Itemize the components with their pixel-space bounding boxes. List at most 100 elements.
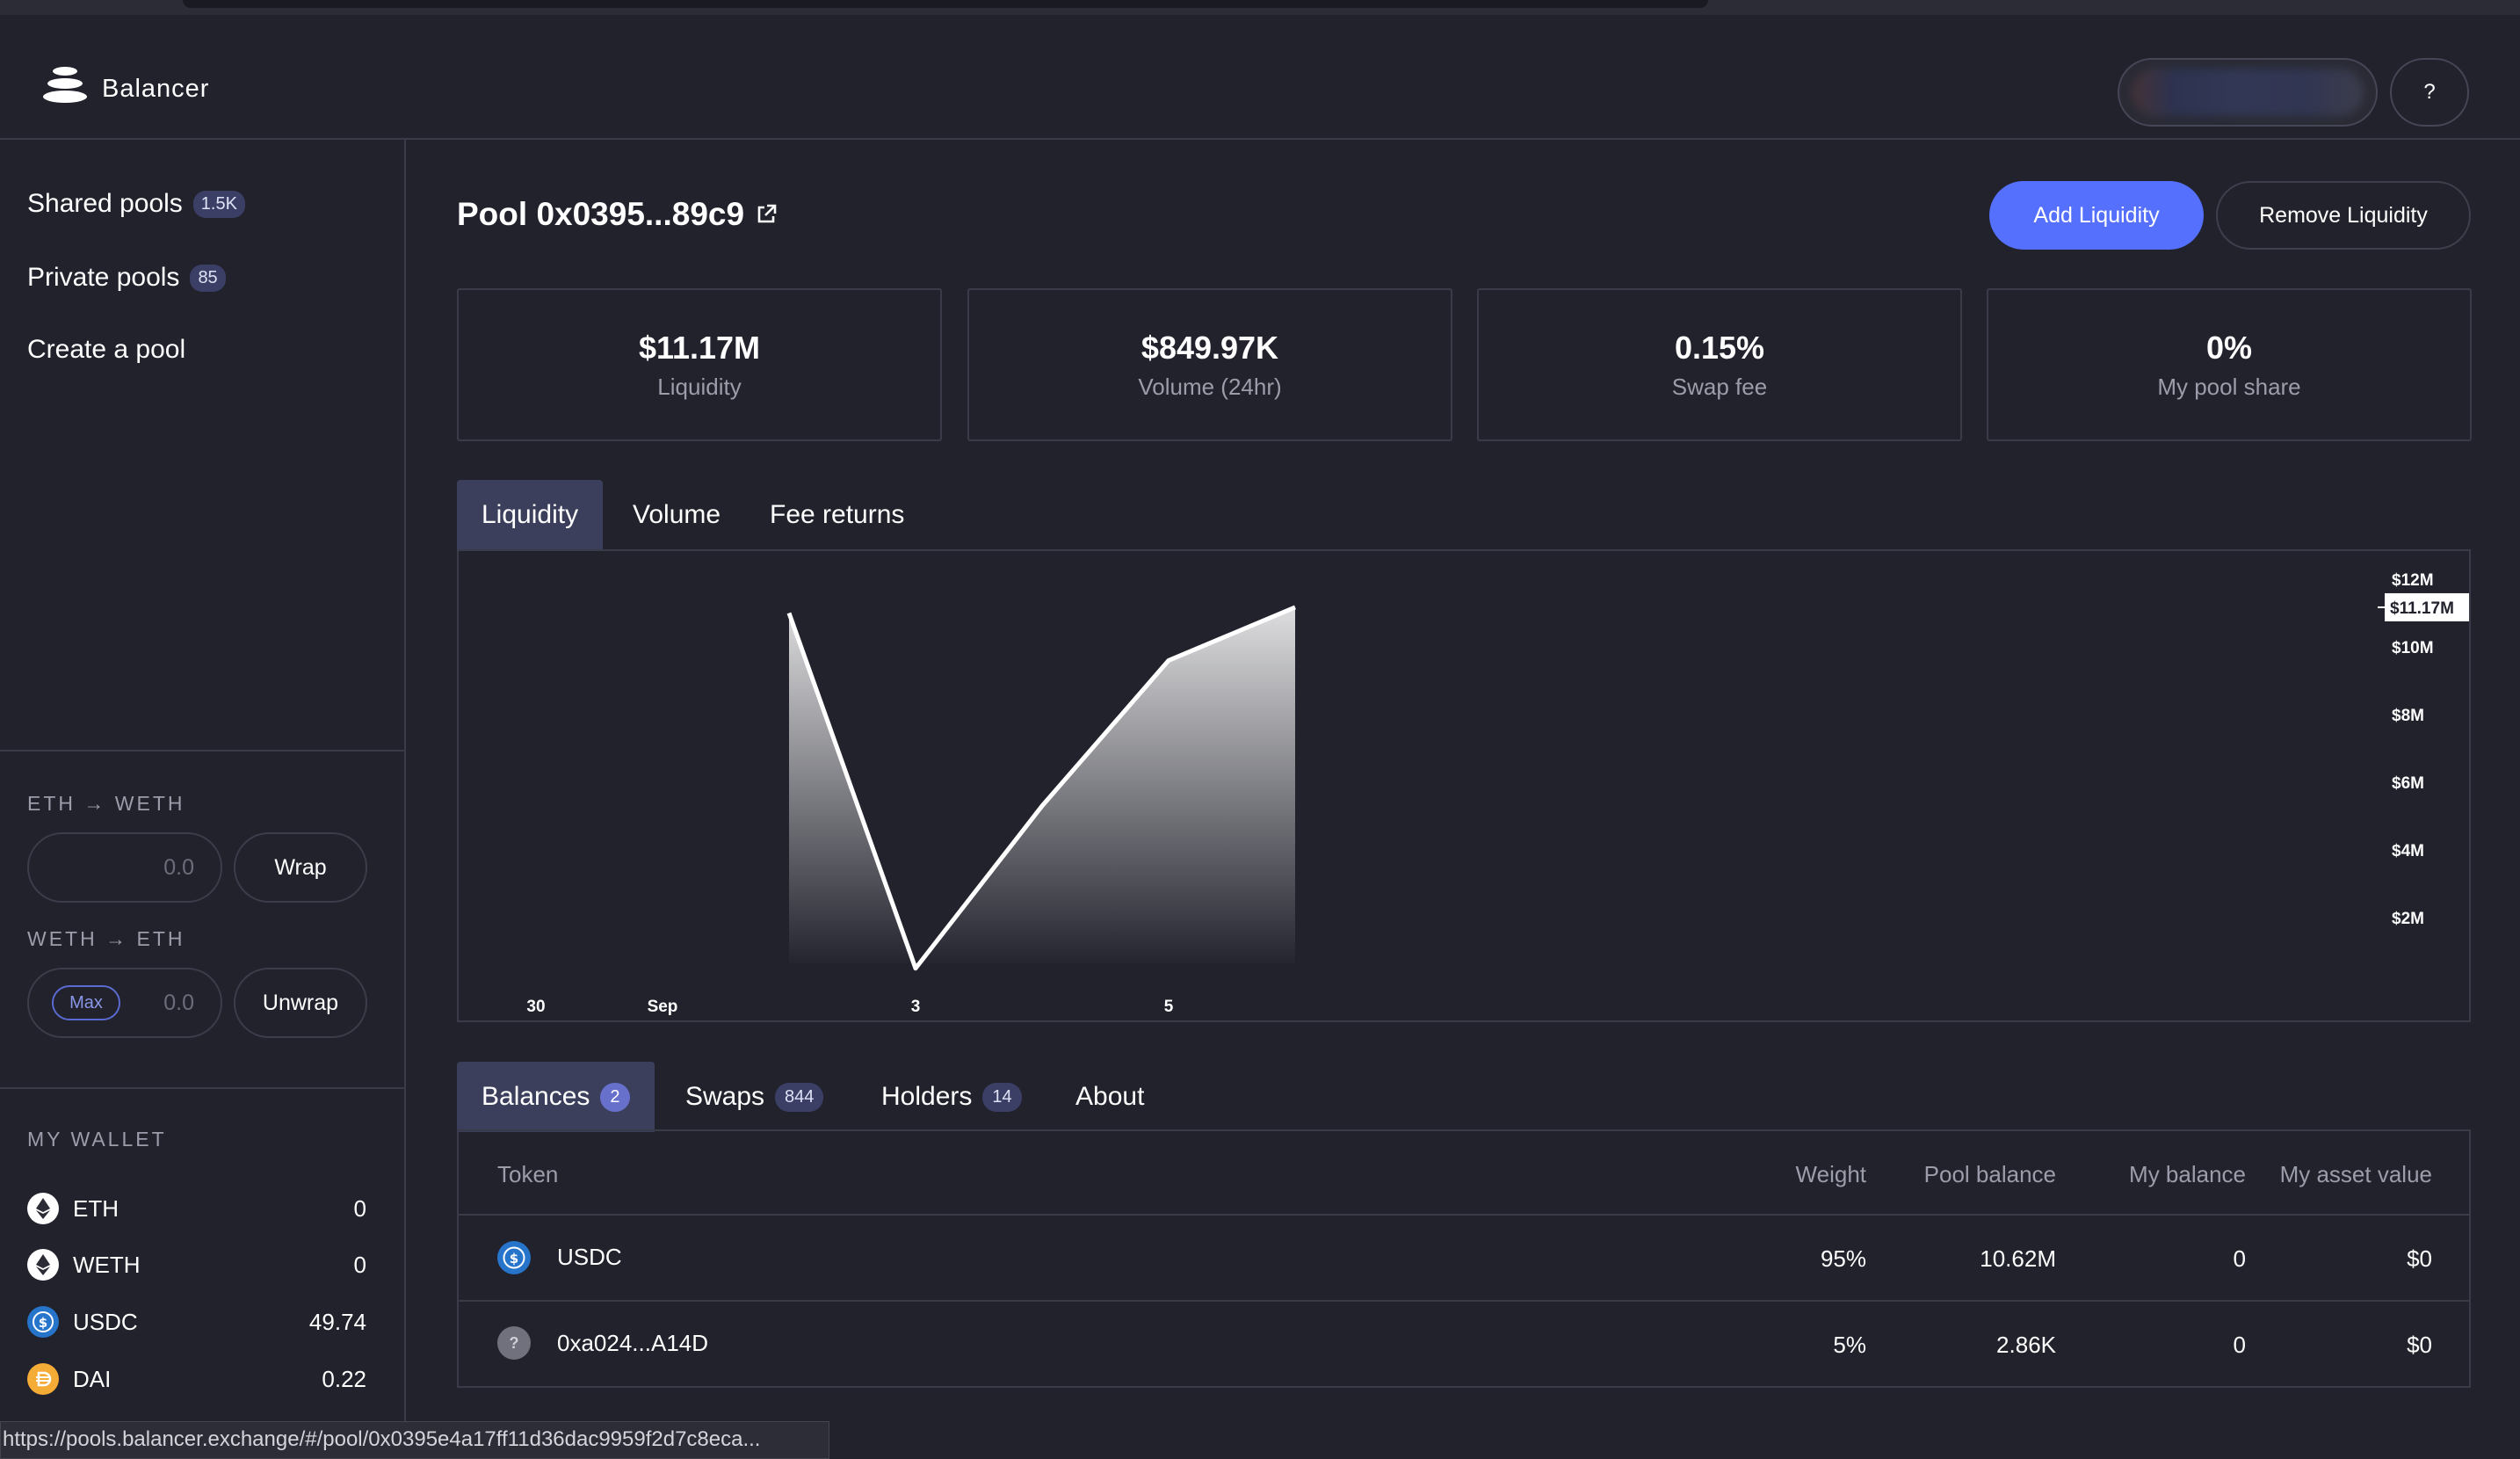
x-tick-label: Sep [648, 998, 678, 1016]
wallet-address-blurred [2132, 69, 2364, 116]
help-button[interactable]: ? [2390, 58, 2469, 127]
wallet-token-balance: 0.22 [322, 1365, 366, 1392]
sidebar-item-create-pool[interactable]: Create a pool [27, 335, 185, 365]
eth-icon [27, 1193, 59, 1224]
sidebar-item-label: Shared pools [27, 189, 183, 218]
token-name: USDC [557, 1244, 622, 1270]
wallet-token-symbol: WETH [73, 1251, 141, 1278]
balances-table: Token Weight Pool balance My balance My … [457, 1129, 2471, 1388]
stat-card-volume: $849.97K Volume (24hr) [967, 288, 1452, 441]
wallet-token-row: ETH 0 [27, 1191, 366, 1226]
wallet-token-symbol: ETH [73, 1194, 119, 1222]
stat-value: $11.17M [638, 329, 761, 366]
wrap-heading: ETH → WETH [27, 792, 185, 815]
y-tick-label: $10M [2392, 639, 2434, 657]
y-tick-label: $12M [2392, 571, 2434, 590]
token-pool-balance: 2.86K [1996, 1332, 2056, 1358]
status-bar-url: https://pools.balancer.exchange/#/pool/0… [0, 1421, 829, 1459]
tab-label: Holders [881, 1082, 973, 1111]
weth-icon [27, 1249, 59, 1281]
tab-count-badge: 2 [600, 1082, 630, 1112]
liquidity-chart[interactable]: 30 Sep 3 5 $2M $4M $6M $8M $10M $12M $11.17M [457, 549, 2471, 1022]
tab-balances[interactable]: Balances 2 [457, 1062, 655, 1132]
y-tick-label: $8M [2392, 707, 2424, 725]
max-button[interactable]: Max [52, 985, 120, 1020]
sidebar-item-shared-pools[interactable]: Shared pools 1.5K [27, 189, 245, 219]
stat-value: $849.97K [1141, 329, 1279, 366]
tab-liquidity[interactable]: Liquidity [457, 480, 604, 550]
app-header: Balancer ? [0, 15, 2520, 140]
wallet-token-symbol: DAI [73, 1365, 112, 1392]
y-tick-label: $2M [2392, 910, 2424, 928]
token-my-balance: 0 [2233, 1332, 2246, 1358]
balancer-logo-icon[interactable] [40, 62, 90, 104]
svg-text:$: $ [39, 1315, 47, 1331]
wallet-token-row: $ USDC 49.74 [27, 1304, 366, 1339]
tab-swaps[interactable]: Swaps 844 [661, 1062, 848, 1132]
unwrap-heading: WETH → ETH [27, 927, 185, 950]
unwrap-amount-input[interactable]: Max 0.0 [27, 968, 222, 1038]
token-my-asset-value: $0 [2407, 1332, 2432, 1358]
x-tick-label: 30 [526, 998, 545, 1016]
wrap-amount-input[interactable]: 0.0 [27, 832, 222, 903]
unwrap-placeholder: 0.0 [163, 990, 194, 1015]
wallet-account-button[interactable] [2118, 58, 2378, 127]
unknown-token-icon: ? [497, 1326, 531, 1360]
x-tick-label: 5 [1164, 998, 1174, 1016]
tab-label: Balances [482, 1082, 590, 1111]
tab-about[interactable]: About [1051, 1062, 1169, 1132]
tab-holders[interactable]: Holders 14 [857, 1062, 1046, 1132]
usdc-icon: $ [27, 1306, 59, 1338]
stat-card-liquidity: $11.17M Liquidity [457, 288, 942, 441]
sidebar-divider [0, 1087, 406, 1089]
wallet-token-symbol: USDC [73, 1308, 138, 1335]
stat-label: Volume (24hr) [1138, 373, 1282, 400]
external-link-icon[interactable] [755, 203, 778, 226]
unwrap-button[interactable]: Unwrap [234, 968, 367, 1038]
column-header-token: Token [497, 1161, 559, 1187]
current-value-label: $11.17M [2390, 599, 2454, 618]
token-pool-balance: 10.62M [1980, 1245, 2056, 1272]
stat-value: 0% [2205, 329, 2253, 366]
sidebar: Shared pools 1.5K Private pools 85 Creat… [0, 140, 406, 1459]
brand-name[interactable]: Balancer [102, 75, 209, 104]
chart-canvas[interactable]: 30 Sep 3 5 $2M $4M $6M $8M $10M $12M $11.17M [459, 551, 2469, 1020]
pool-title-text: Pool 0x0395...89c9 [457, 196, 745, 232]
wallet-heading: MY WALLET [27, 1128, 167, 1151]
token-my-asset-value: $0 [2407, 1245, 2432, 1272]
usdc-icon: $ [497, 1241, 531, 1274]
tab-volume[interactable]: Volume [608, 480, 745, 550]
sidebar-item-private-pools[interactable]: Private pools 85 [27, 263, 226, 293]
add-liquidity-button[interactable]: Add Liquidity [1989, 181, 2204, 250]
tab-label: Swaps [685, 1082, 765, 1111]
wallet-token-balance: 0 [353, 1194, 366, 1222]
browser-address-bar[interactable] [183, 0, 1708, 8]
liquidity-area [789, 606, 1295, 969]
dai-icon [27, 1363, 59, 1395]
shared-pools-count-badge: 1.5K [192, 190, 245, 218]
svg-text:$: $ [510, 1251, 518, 1267]
token-weight: 5% [1833, 1332, 1866, 1358]
column-header-my-asset-value: My asset value [2279, 1161, 2432, 1187]
sidebar-item-label: Private pools [27, 263, 180, 292]
wallet-token-row: DAI 0.22 [27, 1361, 366, 1397]
token-my-balance: 0 [2233, 1245, 2246, 1272]
wallet-token-balance: 0 [353, 1251, 366, 1278]
sidebar-item-label: Create a pool [27, 335, 186, 364]
y-tick-label: $4M [2392, 842, 2424, 860]
tab-count-badge: 14 [982, 1082, 1022, 1112]
column-header-my-balance: My balance [2129, 1161, 2246, 1187]
stat-label: My pool share [2157, 373, 2301, 400]
row-divider [459, 1300, 2469, 1302]
column-header-weight: Weight [1795, 1161, 1866, 1187]
tab-fee-returns[interactable]: Fee returns [745, 480, 929, 550]
wallet-token-balance: 49.74 [308, 1308, 366, 1335]
remove-liquidity-button[interactable]: Remove Liquidity [2216, 181, 2471, 250]
wrap-button[interactable]: Wrap [234, 832, 367, 903]
token-name: 0xa024...A14D [557, 1330, 709, 1356]
tab-label: About [1075, 1082, 1145, 1111]
tab-count-badge: 844 [775, 1082, 824, 1112]
stat-card-pool-share: 0% My pool share [1987, 288, 2472, 441]
stat-label: Liquidity [657, 373, 742, 400]
y-tick-label: $6M [2392, 774, 2424, 793]
